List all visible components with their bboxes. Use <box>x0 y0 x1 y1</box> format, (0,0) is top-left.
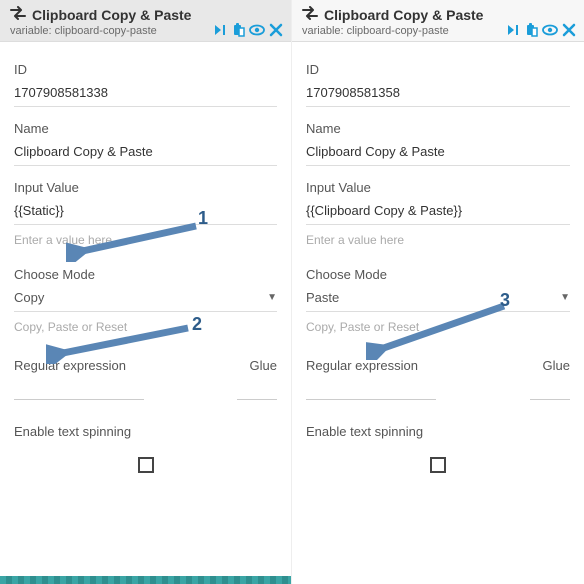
paste-icon[interactable] <box>231 23 245 37</box>
variable-value: clipboard-copy-paste <box>55 25 157 37</box>
chevron-down-icon: ▼ <box>267 292 277 303</box>
mode-label: Choose Mode <box>14 267 277 282</box>
spin-label: Enable text spinning <box>306 424 570 439</box>
swap-icon <box>10 6 26 23</box>
id-value: 1707908581338 <box>14 85 277 107</box>
chevron-down-icon: ▼ <box>560 292 570 303</box>
id-label: ID <box>306 62 570 77</box>
eye-icon[interactable] <box>249 23 265 37</box>
name-input[interactable]: Clipboard Copy & Paste <box>14 144 277 166</box>
mode-select[interactable]: Paste ▼ <box>306 290 570 312</box>
mode-select[interactable]: Copy ▼ <box>14 290 277 312</box>
paste-icon[interactable] <box>524 23 538 37</box>
mode-value: Copy <box>14 290 44 305</box>
skip-icon[interactable] <box>213 23 227 37</box>
variable-value: clipboard-copy-paste <box>347 25 449 37</box>
panel-title: Clipboard Copy & Paste <box>324 7 483 23</box>
close-icon[interactable] <box>269 23 283 37</box>
spin-checkbox[interactable] <box>430 457 446 473</box>
panel-header: Clipboard Copy & Paste variable: clipboa… <box>292 0 584 42</box>
close-icon[interactable] <box>562 23 576 37</box>
panel-header: Clipboard Copy & Paste variable: clipboa… <box>0 0 291 42</box>
glue-input[interactable] <box>530 399 570 400</box>
swap-icon <box>302 6 318 23</box>
skip-icon[interactable] <box>506 23 520 37</box>
glue-label: Glue <box>250 358 277 373</box>
panel-title: Clipboard Copy & Paste <box>32 7 191 23</box>
regex-input[interactable] <box>14 399 144 400</box>
variable-label: variable: <box>10 25 52 37</box>
id-label: ID <box>14 62 277 77</box>
input-value-field[interactable]: {{Static}} <box>14 203 277 225</box>
regex-input[interactable] <box>306 399 436 400</box>
mode-value: Paste <box>306 290 339 305</box>
variable-label: variable: <box>302 25 344 37</box>
spin-label: Enable text spinning <box>14 424 277 439</box>
glue-input[interactable] <box>237 399 277 400</box>
input-value-label: Input Value <box>306 180 570 195</box>
id-value: 1707908581358 <box>306 85 570 107</box>
input-placeholder: Enter a value here <box>14 233 277 253</box>
spin-checkbox[interactable] <box>138 457 154 473</box>
name-label: Name <box>306 121 570 136</box>
mode-hint: Copy, Paste or Reset <box>14 320 277 340</box>
regex-label: Regular expression <box>306 358 418 373</box>
input-placeholder: Enter a value here <box>306 233 570 253</box>
regex-label: Regular expression <box>14 358 126 373</box>
input-value-label: Input Value <box>14 180 277 195</box>
input-value-field[interactable]: {{Clipboard Copy & Paste}} <box>306 203 570 225</box>
footer-bar <box>0 576 291 584</box>
eye-icon[interactable] <box>542 23 558 37</box>
glue-label: Glue <box>543 358 570 373</box>
mode-hint: Copy, Paste or Reset <box>306 320 570 340</box>
name-input[interactable]: Clipboard Copy & Paste <box>306 144 570 166</box>
mode-label: Choose Mode <box>306 267 570 282</box>
name-label: Name <box>14 121 277 136</box>
